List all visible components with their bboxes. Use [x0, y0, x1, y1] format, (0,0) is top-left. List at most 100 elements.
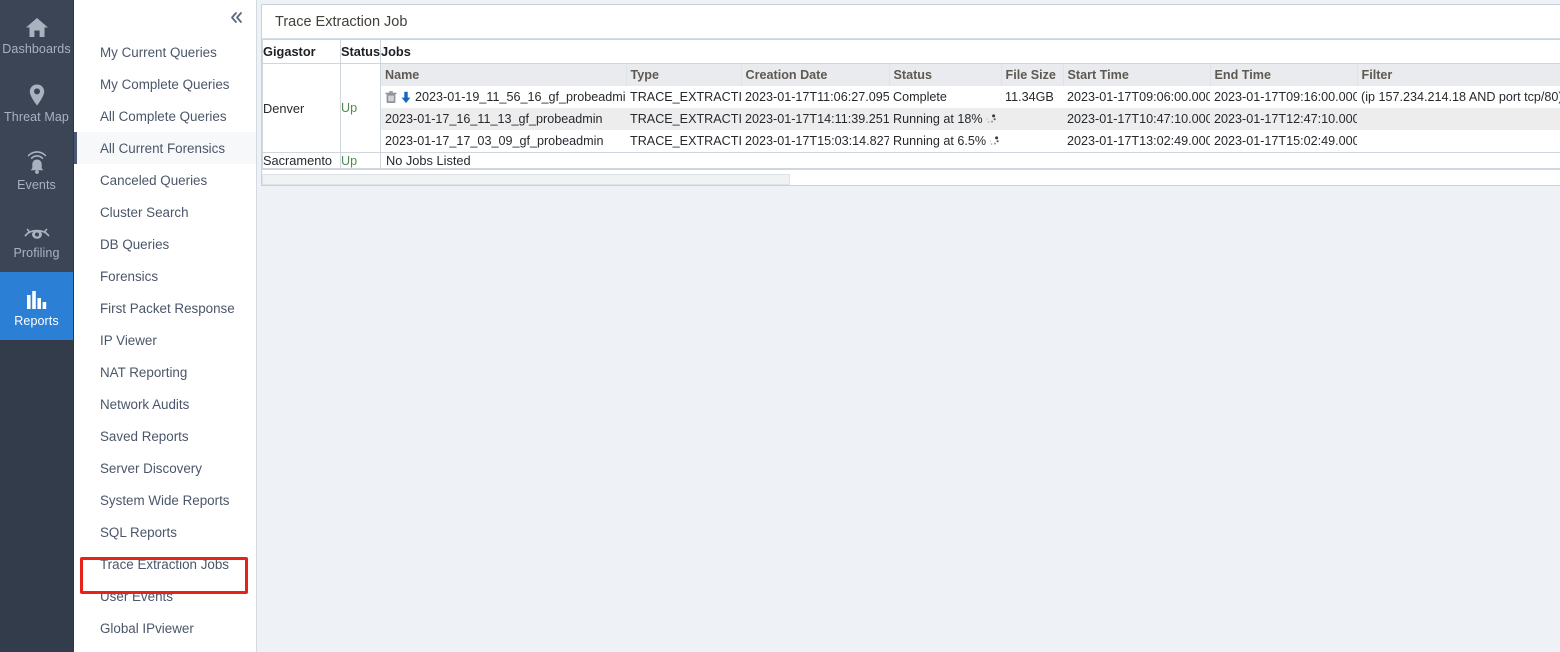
jobs-cell: Name Type Creation Date Status File Size Star… [380, 63, 1560, 153]
trash-icon[interactable] [385, 90, 397, 104]
job-start-time-cell: 2023-01-17T10:47:10.000Z [1063, 108, 1210, 130]
home-icon [23, 13, 51, 39]
col-header-status[interactable]: Status [340, 39, 381, 64]
gigastor-grid: Gigastor Status Jobs Denver Up Name Type Cre… [262, 39, 1560, 169]
sidebar-item-db-queries[interactable]: DB Queries [74, 228, 256, 260]
job-name-cell: 2023-01-17_16_11_13_gf_probeadmin [381, 108, 626, 130]
gigastor-status-cell: Up [340, 63, 381, 153]
sidebar-item-saved-reports[interactable]: Saved Reports [74, 420, 256, 452]
job-name-wrapper: 2023-01-19_11_56_16_gf_probeadmin [385, 90, 626, 104]
sidebar-item-label: All Current Forensics [100, 140, 226, 156]
loading-spinner-icon [989, 136, 999, 147]
job-end-time-cell: 2023-01-17T12:47:10.000Z [1210, 108, 1357, 130]
rail-item-label: Threat Map [4, 109, 69, 124]
gigastor-status-cell: Up [340, 152, 381, 169]
job-file-size-cell [1001, 130, 1063, 152]
sidebar-item-label: Forensics [100, 268, 159, 284]
job-status-cell: Running at 6.5% [889, 130, 1001, 152]
job-filter-cell [1357, 130, 1560, 152]
sidebar-item-all-complete-queries[interactable]: All Complete Queries [74, 100, 256, 132]
sidebar-item-network-audits[interactable]: Network Audits [74, 388, 256, 420]
bell-alert-icon [23, 149, 51, 175]
rail-item-events[interactable]: Events [0, 136, 73, 204]
sidebar-item-trace-extraction-jobs[interactable]: Trace Extraction Jobs [74, 548, 256, 580]
rail-filler [0, 340, 73, 652]
job-name-wrapper: 2023-01-17_16_11_13_gf_probeadmin [385, 112, 622, 126]
sidebar-item-user-events[interactable]: User Events [74, 580, 256, 612]
sidebar-item-forensics[interactable]: Forensics [74, 260, 256, 292]
job-file-size-cell: 11.34GB [1001, 86, 1063, 108]
job-name-label: 2023-01-19_11_56_16_gf_probeadmin [415, 90, 626, 104]
sidebar-item-server-discovery[interactable]: Server Discovery [74, 452, 256, 484]
job-col-header-start-time[interactable]: Start Time [1063, 64, 1211, 86]
sidebar-item-label: Network Audits [100, 396, 190, 412]
chevron-double-left-icon[interactable] [228, 10, 245, 25]
panel-header: Trace Extraction Job [262, 5, 1560, 39]
sidebar-item-sql-reports[interactable]: SQL Reports [74, 516, 256, 548]
job-name-label: 2023-01-17_17_03_09_gf_probeadmin [385, 134, 604, 148]
grid-header-row: Gigastor Status Jobs [262, 39, 1560, 64]
page-title: Trace Extraction Job [275, 13, 408, 30]
job-filter-cell: (ip 157.234.214.18 AND port tcp/80) [1357, 86, 1560, 108]
eye-icon [23, 217, 51, 243]
job-creation-date-cell: 2023-01-17T15:03:14.827Z [741, 130, 889, 152]
grid-head: Gigastor Status Jobs [262, 39, 1560, 64]
sidebar-item-nat-reporting[interactable]: NAT Reporting [74, 356, 256, 388]
sidebar-item-ip-viewer[interactable]: IP Viewer [74, 324, 256, 356]
sidebar-item-all-current-forensics[interactable]: All Current Forensics [74, 132, 256, 164]
jobs-subtable: Name Type Creation Date Status File Size Star… [381, 64, 1560, 152]
job-col-header-type[interactable]: Type [626, 64, 742, 86]
rail-item-profiling[interactable]: Profiling [0, 204, 73, 272]
job-type-cell: TRACE_EXTRACTION [626, 108, 741, 130]
sidebar-item-canceled-queries[interactable]: Canceled Queries [74, 164, 256, 196]
job-col-header-end-time[interactable]: End Time [1210, 64, 1358, 86]
table-row[interactable]: 2023-01-19_11_56_16_gf_probeadmin TRACE_E… [381, 86, 1560, 108]
sidebar-item-label: Global IPviewer [100, 620, 194, 636]
rail-item-label: Profiling [13, 245, 60, 260]
rail-item-dashboards[interactable]: Dashboards [0, 0, 73, 68]
job-status-cell: Running at 18% [889, 108, 1001, 130]
scrollbar-track[interactable] [262, 172, 1560, 185]
job-creation-date-cell: 2023-01-17T11:06:27.095Z [741, 86, 889, 108]
sidebar-item-global-ipviewer[interactable]: Global IPviewer [74, 612, 256, 644]
subnav-list: My Current Queries My Complete Queries All… [74, 34, 256, 644]
job-end-time-cell: 2023-01-17T09:16:00.000Z [1210, 86, 1357, 108]
sidebar-item-label: My Current Queries [100, 44, 217, 60]
sidebar-item-first-packet-response[interactable]: First Packet Response [74, 292, 256, 324]
gigastor-row: Sacramento Up No Jobs Listed [262, 152, 1560, 169]
sidebar-item-cluster-search[interactable]: Cluster Search [74, 196, 256, 228]
trace-extraction-panel: Trace Extraction Job Gigastor Status Job… [261, 4, 1560, 186]
sidebar-item-label: Canceled Queries [100, 172, 208, 188]
bar-chart-icon [23, 285, 51, 311]
rail-item-label: Reports [14, 313, 59, 328]
col-header-jobs[interactable]: Jobs [380, 39, 1560, 64]
map-pin-icon [23, 81, 51, 107]
sidebar-item-system-wide-reports[interactable]: System Wide Reports [74, 484, 256, 516]
rail-item-reports[interactable]: Reports [0, 272, 73, 340]
sidebar-item-label: Server Discovery [100, 460, 202, 476]
gigastor-name-cell: Denver [262, 63, 341, 153]
job-start-time-cell: 2023-01-17T13:02:49.000Z [1063, 130, 1210, 152]
sidebar-item-my-complete-queries[interactable]: My Complete Queries [74, 68, 256, 100]
scrollbar-thumb[interactable] [262, 174, 790, 185]
sidebar-item-my-current-queries[interactable]: My Current Queries [74, 36, 256, 68]
rail-item-threat-map[interactable]: Threat Map [0, 68, 73, 136]
job-col-header-name[interactable]: Name [381, 64, 627, 86]
job-name-wrapper: 2023-01-17_17_03_09_gf_probeadmin [385, 134, 622, 148]
no-jobs-message: No Jobs Listed [386, 153, 471, 168]
job-status-label: Running at 18% [893, 112, 983, 126]
job-col-header-status[interactable]: Status [889, 64, 1002, 86]
table-row[interactable]: 2023-01-17_17_03_09_gf_probeadmin TRACE_E… [381, 130, 1560, 152]
col-header-gigastor[interactable]: Gigastor [262, 39, 341, 64]
sidebar-item-label: All Complete Queries [100, 108, 227, 124]
sidebar-item-label: Cluster Search [100, 204, 189, 220]
download-icon[interactable] [400, 91, 412, 104]
job-col-header-file-size[interactable]: File Size [1001, 64, 1064, 86]
job-creation-date-cell: 2023-01-17T14:11:39.251Z [741, 108, 889, 130]
sidebar-item-label: NAT Reporting [100, 364, 188, 380]
table-row[interactable]: 2023-01-17_16_11_13_gf_probeadmin TRACE_E… [381, 108, 1560, 130]
job-col-header-creation-date[interactable]: Creation Date [741, 64, 890, 86]
job-status-label: Running at 6.5% [893, 134, 987, 148]
horizontal-scrollbar[interactable] [262, 169, 1560, 185]
job-col-header-filter[interactable]: Filter [1357, 64, 1560, 86]
